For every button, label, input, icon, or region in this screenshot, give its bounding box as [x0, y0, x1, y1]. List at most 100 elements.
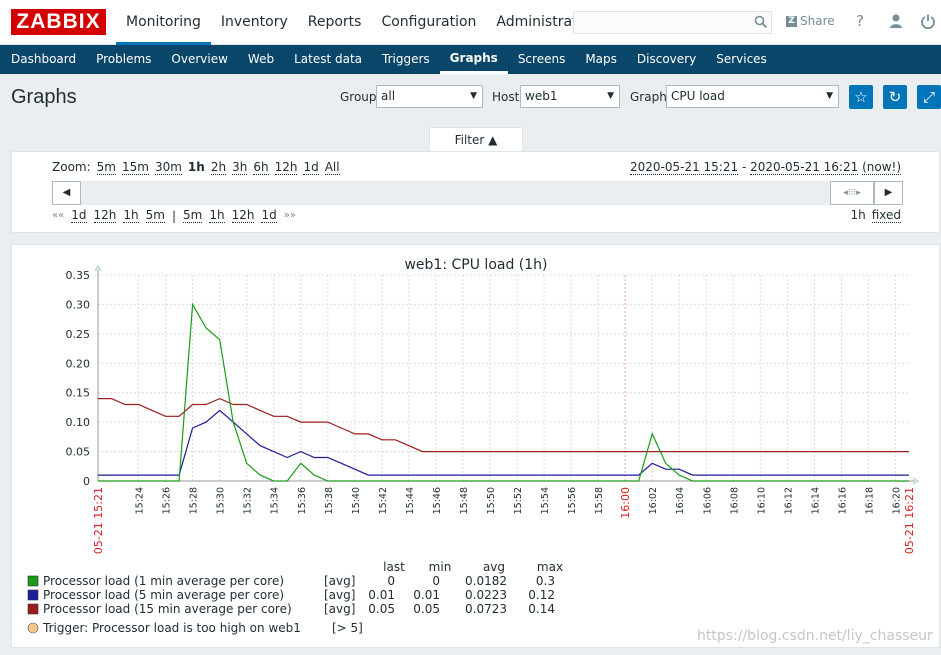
legend-function: [avg]: [324, 602, 355, 616]
host-select[interactable]: web1 ▼: [520, 85, 620, 108]
menu-inventory[interactable]: Inventory: [211, 0, 298, 45]
share-button[interactable]: Z Share: [786, 14, 835, 28]
back-all-icon[interactable]: ««: [52, 210, 64, 221]
help-icon[interactable]: ?: [852, 13, 868, 29]
zoom-label: Zoom:: [52, 160, 91, 174]
chevron-down-icon: ▼: [826, 91, 833, 101]
y-tick-label: 0.20: [66, 357, 91, 370]
search-input[interactable]: [573, 11, 772, 34]
zoom-option-5m[interactable]: 5m: [96, 160, 116, 175]
submenu-web[interactable]: Web: [238, 45, 284, 74]
x-tick-label: 15:56: [567, 487, 578, 514]
cpu-load-chart[interactable]: web1: CPU load (1h)0.350.300.250.200.150…: [12, 245, 941, 649]
submenu-dashboard[interactable]: Dashboard: [1, 45, 86, 74]
time-scrollbar[interactable]: [52, 181, 903, 205]
submenu-overview[interactable]: Overview: [161, 45, 238, 74]
submenu-services[interactable]: Services: [706, 45, 777, 74]
legend-function: [avg]: [324, 574, 355, 588]
share-icon: Z: [786, 15, 797, 27]
scroll-left-button[interactable]: ◀: [52, 181, 81, 205]
zoom-option-1h[interactable]: 1h: [188, 160, 205, 175]
x-tick-label: 16:18: [864, 487, 875, 514]
forward-12h[interactable]: 12h: [231, 208, 255, 223]
legend-swatch: [27, 575, 39, 587]
legend-avg-value: 0.0182: [465, 574, 507, 588]
star-icon: ☆: [854, 88, 868, 106]
search-icon[interactable]: [754, 15, 768, 29]
zoom-option-12h[interactable]: 12h: [274, 160, 298, 175]
filter-tab[interactable]: Filter ▲: [429, 127, 523, 152]
legend-header-last: last: [383, 560, 405, 574]
x-tick-label: 15:38: [324, 487, 335, 514]
graph-panel: web1: CPU load (1h) 0.35 0.30 0.25 0.20 0.15 0…: [11, 244, 940, 648]
submenu-maps[interactable]: Maps: [575, 45, 627, 74]
legend-header-max: max: [537, 560, 563, 574]
refresh-button[interactable]: ↻: [883, 85, 907, 109]
period-fixed-control: 1h fixed: [850, 208, 901, 223]
forward-1d[interactable]: 1d: [261, 208, 277, 223]
legend-avg-value: 0.0223: [465, 588, 507, 602]
menu-reports[interactable]: Reports: [298, 0, 372, 45]
share-label: Share: [800, 14, 835, 28]
x-end-label: 05-21 16:21: [903, 487, 916, 554]
legend-function: [avg]: [324, 588, 355, 602]
y-tick-label: 0.05: [66, 446, 91, 459]
x-tick-label: 15:46: [432, 487, 443, 514]
sign-out-icon[interactable]: [920, 13, 936, 29]
zabbix-logo[interactable]: ZABBIX: [11, 9, 106, 35]
user-profile-icon[interactable]: [888, 13, 904, 29]
menu-monitoring[interactable]: Monitoring: [116, 0, 211, 45]
period-now-link[interactable]: (now!): [862, 160, 901, 175]
group-select[interactable]: all ▼: [376, 85, 483, 108]
zoom-option-15m[interactable]: 15m: [121, 160, 149, 175]
submenu-discovery[interactable]: Discovery: [627, 45, 706, 74]
x-tick-label: 16:20: [891, 487, 902, 514]
x-tick-label: 15:30: [216, 487, 227, 514]
zoom-option-1d[interactable]: 1d: [303, 160, 319, 175]
forward-5m[interactable]: 5m: [183, 208, 203, 223]
back-1h[interactable]: 1h: [123, 208, 139, 223]
scroll-handle[interactable]: ◂⁝⁝⁝▸: [830, 181, 874, 205]
submenu-screens[interactable]: Screens: [508, 45, 576, 74]
forward-all-icon[interactable]: »»: [284, 210, 296, 221]
legend-last-value: 0.05: [368, 602, 395, 616]
period-display: 2020-05-21 15:21 - 2020-05-21 16:21 (now…: [629, 160, 901, 175]
legend-header-avg: avg: [483, 560, 505, 574]
legend-max-value: 0.3: [536, 574, 555, 588]
x-tick-label: 16:04: [675, 487, 686, 514]
scroll-right-button[interactable]: ▶: [874, 181, 903, 205]
submenu-graphs[interactable]: Graphs: [439, 45, 508, 74]
back-5m[interactable]: 5m: [145, 208, 165, 223]
main-menu: Monitoring Inventory Reports Configuration A…: [116, 0, 609, 45]
x-tick-label: 16:14: [810, 487, 821, 514]
fixed-toggle[interactable]: fixed: [871, 208, 901, 223]
fullscreen-button[interactable]: ⤢: [917, 85, 941, 109]
submenu-problems[interactable]: Problems: [86, 45, 161, 74]
zoom-option-3h[interactable]: 3h: [232, 160, 248, 175]
period-to[interactable]: 2020-05-21 16:21: [750, 160, 859, 175]
zoom-option-30m[interactable]: 30m: [154, 160, 182, 175]
y-tick-label: 0.30: [66, 298, 91, 311]
add-to-favourites-button[interactable]: ☆: [849, 85, 873, 109]
menu-configuration[interactable]: Configuration: [371, 0, 486, 45]
time-filter-panel: Zoom: 5m 15m 30m 1h 2h 3h 6h 12h 1d All 2020-05-2…: [11, 151, 940, 233]
zoom-option-6h[interactable]: 6h: [253, 160, 269, 175]
x-tick-label: 16:16: [837, 487, 848, 514]
nav-separator: |: [171, 208, 177, 223]
submenu-triggers[interactable]: Triggers: [372, 45, 440, 74]
arrow-left-icon: ◀: [62, 187, 71, 198]
zoom-option-2h[interactable]: 2h: [210, 160, 227, 175]
period-from[interactable]: 2020-05-21 15:21: [629, 160, 739, 175]
arrow-right-icon: ▶: [884, 187, 893, 198]
forward-1h[interactable]: 1h: [209, 208, 225, 223]
graph-select[interactable]: CPU load ▼: [666, 85, 839, 108]
legend-min-value: 0.01: [413, 588, 440, 602]
x-tick-label: 15:48: [459, 487, 470, 514]
zoom-option-all[interactable]: All: [324, 160, 340, 175]
submenu-latest-data[interactable]: Latest data: [284, 45, 372, 74]
back-12h[interactable]: 12h: [93, 208, 117, 223]
chevron-down-icon: ▼: [470, 91, 477, 101]
trigger-icon: [27, 622, 39, 634]
x-tick-label: 15:52: [513, 487, 524, 514]
back-1d[interactable]: 1d: [71, 208, 87, 223]
